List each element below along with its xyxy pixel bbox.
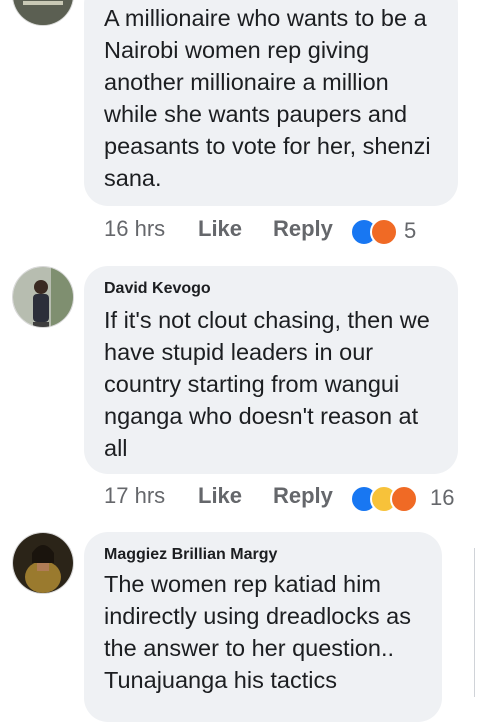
reply-button[interactable]: Reply [273, 216, 333, 242]
reaction-count: 16 [430, 485, 455, 510]
angry-reaction-icon [370, 218, 398, 246]
comment-text: The women rep katiad him indirectly usin… [104, 568, 411, 696]
divider [474, 548, 475, 697]
comment-line: indirectly using dreadlocks as [104, 603, 411, 629]
comment-author[interactable]: David Kevogo [104, 280, 211, 298]
comment-text: A millionaire who wants to be a Nairobi … [104, 2, 431, 194]
like-button[interactable]: Like [198, 483, 242, 509]
comment-line: have stupid leaders in our [104, 339, 374, 365]
comment-line: sana. [104, 165, 162, 191]
comment-line: If it's not clout chasing, then we [104, 307, 430, 333]
avatar[interactable] [12, 266, 74, 328]
comment-line: peasants to vote for her, shenzi [104, 133, 431, 159]
comment-line: while she wants paupers and [104, 101, 408, 127]
reactions[interactable]: 5 [350, 218, 430, 246]
comment-text: If it's not clout chasing, then we have … [104, 304, 430, 464]
reaction-count: 5 [404, 218, 417, 243]
timestamp[interactable]: 16 hrs [104, 216, 165, 242]
avatar[interactable] [12, 532, 74, 594]
comment-bubble: A millionaire who wants to be a Nairobi … [84, 0, 458, 206]
reactions[interactable]: 16 [350, 485, 460, 513]
reply-button[interactable]: Reply [273, 483, 333, 509]
comment-line: another millionaire a million [104, 69, 389, 95]
comment-line: all [104, 435, 128, 461]
comment-line: Tunajuanga his tactics [104, 667, 337, 693]
like-button[interactable]: Like [198, 216, 242, 242]
comment-line: nganga who doesn't reason at [104, 403, 419, 429]
comment-line: Nairobi women rep giving [104, 37, 370, 63]
timestamp[interactable]: 17 hrs [104, 483, 165, 509]
angry-reaction-icon [390, 485, 418, 513]
comment-line: The women rep katiad him [104, 571, 381, 597]
comment-line: A millionaire who wants to be a [104, 5, 427, 31]
comment-author[interactable]: Maggiez Brillian Margy [104, 546, 277, 564]
comment-bubble: Maggiez Brillian Margy The women rep kat… [84, 532, 442, 722]
avatar[interactable] [12, 0, 74, 26]
comment-bubble: David Kevogo If it's not clout chasing, … [84, 266, 458, 474]
comment-line: country starting from wangui [104, 371, 400, 397]
comment-line: the answer to her question.. [104, 635, 395, 661]
